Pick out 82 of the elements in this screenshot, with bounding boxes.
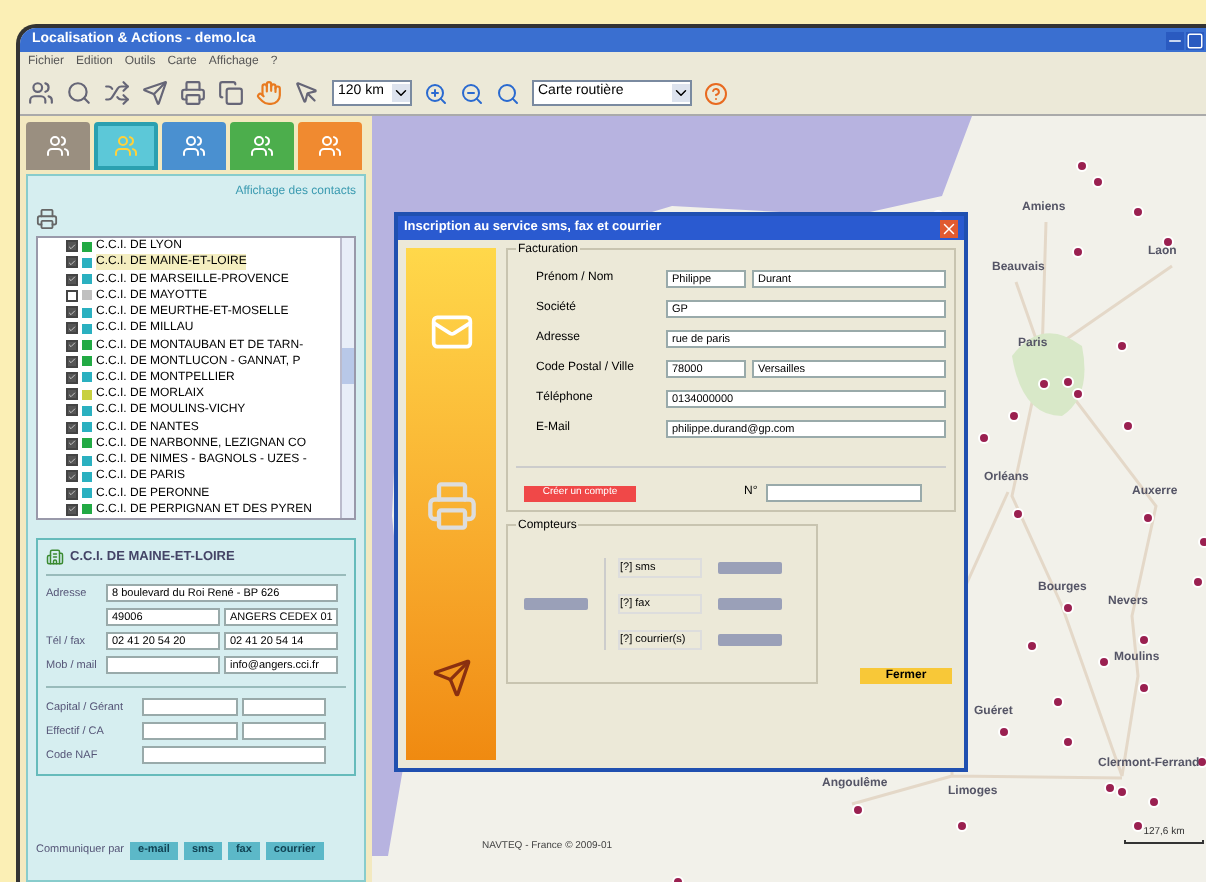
map-pin[interactable] <box>1116 786 1128 798</box>
send-icon <box>431 657 471 698</box>
send-icon[interactable] <box>142 80 168 106</box>
caret-icon <box>672 84 690 102</box>
map-pin[interactable] <box>1092 176 1104 188</box>
scrollbar[interactable] <box>340 238 354 518</box>
map-pin[interactable] <box>1122 420 1134 432</box>
search-icon[interactable] <box>66 80 92 106</box>
map-pin[interactable] <box>1192 576 1204 588</box>
text-field[interactable] <box>242 698 326 717</box>
map-pin[interactable] <box>852 804 864 816</box>
close-icon[interactable] <box>940 219 958 237</box>
map-pin[interactable] <box>1076 160 1088 172</box>
building-icon <box>46 548 64 567</box>
checkbox[interactable] <box>66 339 78 352</box>
checkbox[interactable] <box>66 388 78 401</box>
checkbox[interactable] <box>66 289 78 302</box>
users-icon[interactable] <box>28 80 54 106</box>
text-field[interactable] <box>142 698 238 717</box>
tab-icon <box>46 134 70 158</box>
map-pin[interactable] <box>1138 682 1150 694</box>
map-pin[interactable] <box>1062 736 1074 748</box>
checkbox[interactable] <box>66 437 78 450</box>
checkbox[interactable] <box>66 355 78 368</box>
checkbox[interactable] <box>66 240 78 253</box>
tab-icon <box>250 134 274 158</box>
map-pin[interactable] <box>1132 206 1144 218</box>
map-pin[interactable] <box>1026 640 1038 652</box>
tab-icon <box>318 134 342 158</box>
envelope-icon <box>429 310 473 355</box>
copy-icon[interactable] <box>218 80 244 106</box>
map-pin[interactable] <box>1012 508 1024 520</box>
map-pin[interactable] <box>1008 410 1020 422</box>
tab-icon <box>114 134 138 158</box>
text-field[interactable] <box>106 656 220 675</box>
sidebar-tab[interactable] <box>26 122 90 170</box>
scale-bar <box>1124 840 1204 844</box>
map-pin[interactable] <box>1098 656 1110 668</box>
caret-icon <box>392 84 410 102</box>
map-pin[interactable] <box>1196 756 1206 768</box>
map-pin[interactable] <box>998 726 1010 738</box>
shuffle-icon[interactable] <box>104 80 130 106</box>
printer-icon[interactable] <box>36 208 58 230</box>
checkbox[interactable] <box>66 404 78 417</box>
map-pin[interactable] <box>1162 236 1174 248</box>
map-pin[interactable] <box>1062 602 1074 614</box>
checkbox[interactable] <box>66 322 78 335</box>
zoom-in-icon[interactable] <box>424 81 448 105</box>
map-pin[interactable] <box>1138 634 1150 646</box>
search-icon[interactable] <box>496 81 520 105</box>
map-pin[interactable] <box>1132 820 1144 832</box>
map-pin[interactable] <box>1148 796 1160 808</box>
checkbox[interactable] <box>66 503 78 516</box>
fax-icon <box>425 479 477 532</box>
map-pin[interactable] <box>956 820 968 832</box>
checkbox[interactable] <box>66 454 78 467</box>
sidebar-tab[interactable] <box>230 122 294 170</box>
maximize-icon[interactable] <box>1186 31 1204 49</box>
text-field[interactable] <box>142 746 326 765</box>
map-pin[interactable] <box>1104 782 1116 794</box>
pointer-icon[interactable] <box>294 80 320 106</box>
map-pin[interactable] <box>1116 340 1128 352</box>
sidebar-tab[interactable] <box>162 122 226 170</box>
text-field[interactable] <box>142 722 238 741</box>
checkbox[interactable] <box>66 371 78 384</box>
tab-icon <box>182 134 206 158</box>
map-pin[interactable] <box>1052 696 1064 708</box>
checkbox[interactable] <box>66 470 78 483</box>
help-icon[interactable] <box>704 81 728 105</box>
map-pin[interactable] <box>978 432 990 444</box>
checkbox[interactable] <box>66 273 78 286</box>
map-pin[interactable] <box>1142 512 1154 524</box>
map-pin[interactable] <box>1072 246 1084 258</box>
text-field[interactable] <box>242 722 326 741</box>
printer-icon[interactable] <box>180 80 206 106</box>
checkbox[interactable] <box>66 256 78 269</box>
zoom-out-icon[interactable] <box>460 81 484 105</box>
checkbox[interactable] <box>66 487 78 500</box>
checkbox[interactable] <box>66 421 78 434</box>
minimize-icon[interactable] <box>1166 31 1184 49</box>
checkbox[interactable] <box>66 306 78 319</box>
number-field[interactable] <box>765 484 922 502</box>
